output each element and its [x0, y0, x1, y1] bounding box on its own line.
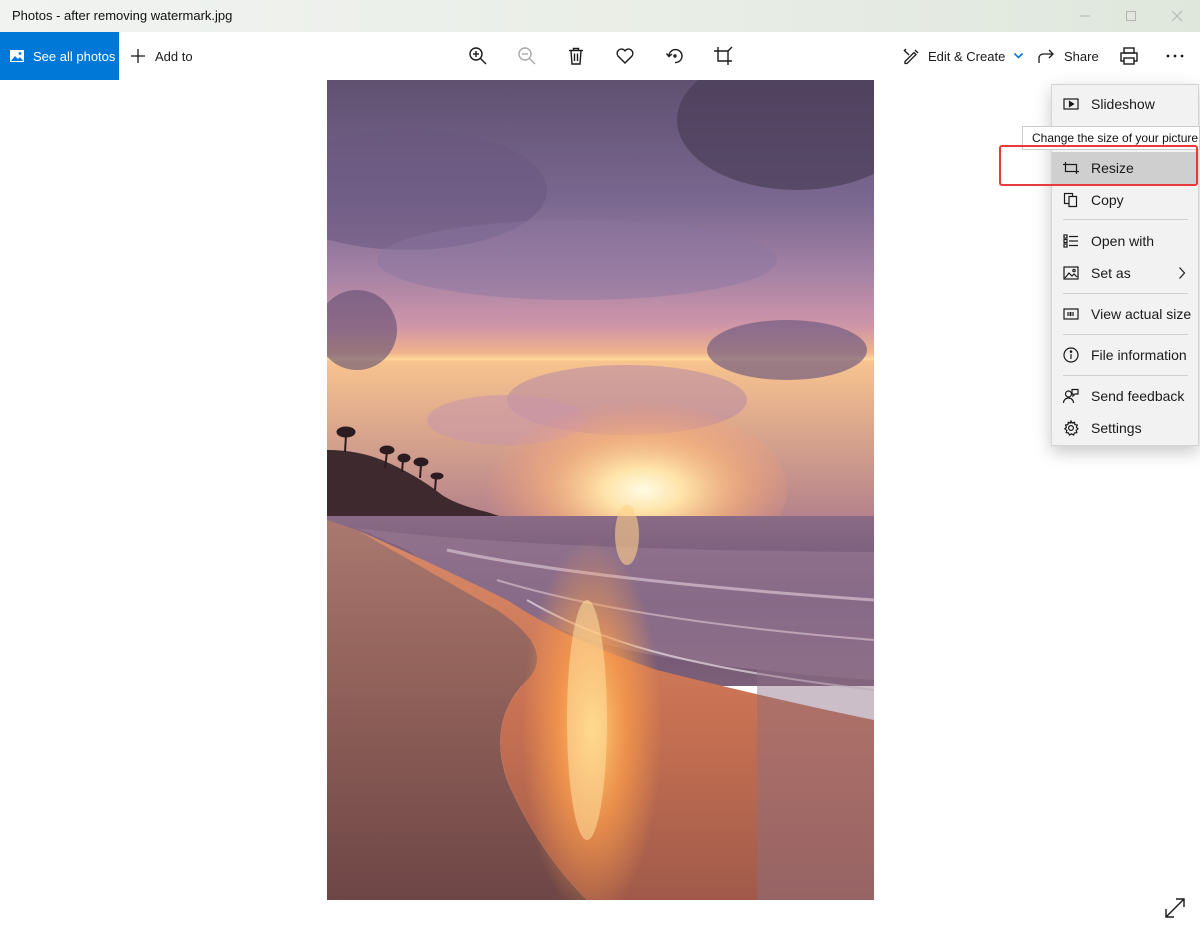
close-icon — [1171, 10, 1183, 22]
maximize-button[interactable] — [1108, 0, 1154, 32]
toolbar: See all photos Add to Edit & Create Shar… — [0, 32, 1200, 80]
maximize-icon — [1126, 11, 1136, 21]
menu-item-copy[interactable]: Copy — [1052, 184, 1198, 216]
favorite-icon[interactable] — [613, 44, 637, 68]
zoom-in-icon[interactable] — [466, 44, 490, 68]
menu-item-slideshow[interactable]: Slideshow — [1052, 88, 1198, 120]
menu-separator — [1063, 375, 1188, 376]
resize-highlight-box — [999, 145, 1198, 186]
menu-item-label: Set as — [1091, 265, 1131, 281]
open-with-icon — [1063, 233, 1079, 249]
rotate-icon[interactable] — [663, 44, 687, 68]
delete-icon[interactable] — [564, 44, 588, 68]
chevron-right-icon — [1179, 267, 1186, 279]
menu-separator — [1063, 334, 1188, 335]
photos-app-window: Photos - after removing watermark.jpg Se… — [0, 0, 1200, 932]
share-icon — [1038, 49, 1054, 63]
zoom-out-icon[interactable] — [515, 44, 539, 68]
edit-create-label: Edit & Create — [928, 48, 1006, 64]
menu-item-send-feedback[interactable]: Send feedback — [1052, 380, 1198, 412]
menu-item-file-information[interactable]: File information — [1052, 339, 1198, 371]
crop-icon[interactable] — [711, 44, 735, 68]
set-as-icon — [1063, 265, 1079, 281]
sunset-beach-photo — [327, 80, 874, 900]
print-icon[interactable] — [1117, 44, 1141, 68]
menu-item-label: Copy — [1091, 192, 1124, 208]
share-label: Share — [1064, 48, 1099, 64]
add-to-label: Add to — [155, 48, 193, 64]
info-icon — [1063, 347, 1079, 363]
menu-item-view-actual-size[interactable]: View actual size — [1052, 298, 1198, 330]
chevron-down-icon — [1014, 52, 1024, 59]
copy-icon — [1063, 192, 1079, 208]
close-button[interactable] — [1154, 0, 1200, 32]
menu-item-settings[interactable]: Settings — [1052, 412, 1198, 444]
actual-size-icon — [1063, 306, 1079, 322]
menu-separator — [1063, 293, 1188, 294]
minimize-icon — [1080, 15, 1090, 17]
menu-item-label: Settings — [1091, 420, 1142, 436]
plus-icon — [131, 49, 145, 63]
slideshow-icon — [1063, 96, 1079, 112]
edit-create-icon — [903, 48, 919, 64]
menu-item-label: File information — [1091, 347, 1187, 363]
menu-separator — [1063, 219, 1188, 220]
menu-item-label: View actual size — [1091, 306, 1192, 322]
menu-item-label: Open with — [1091, 233, 1155, 249]
expand-icon[interactable] — [1162, 895, 1188, 921]
share-button[interactable]: Share — [1038, 32, 1099, 80]
menu-item-set-as[interactable]: Set as — [1052, 257, 1198, 289]
title-bar: Photos - after removing watermark.jpg — [0, 0, 1200, 32]
menu-item-label: Slideshow — [1091, 96, 1155, 112]
minimize-button[interactable] — [1062, 0, 1108, 32]
see-all-photos-button[interactable]: See all photos — [0, 32, 119, 80]
menu-item-open-with[interactable]: Open with — [1052, 225, 1198, 257]
feedback-icon — [1062, 388, 1079, 404]
photo-canvas[interactable] — [327, 80, 874, 900]
photos-icon — [10, 50, 24, 62]
window-title: Photos - after removing watermark.jpg — [12, 8, 233, 23]
menu-item-label: Send feedback — [1091, 388, 1185, 404]
edit-create-button[interactable]: Edit & Create — [903, 32, 1024, 80]
more-icon[interactable] — [1163, 44, 1187, 68]
settings-icon — [1063, 419, 1079, 436]
see-all-photos-label: See all photos — [33, 48, 116, 64]
add-to-button[interactable]: Add to — [130, 32, 193, 80]
